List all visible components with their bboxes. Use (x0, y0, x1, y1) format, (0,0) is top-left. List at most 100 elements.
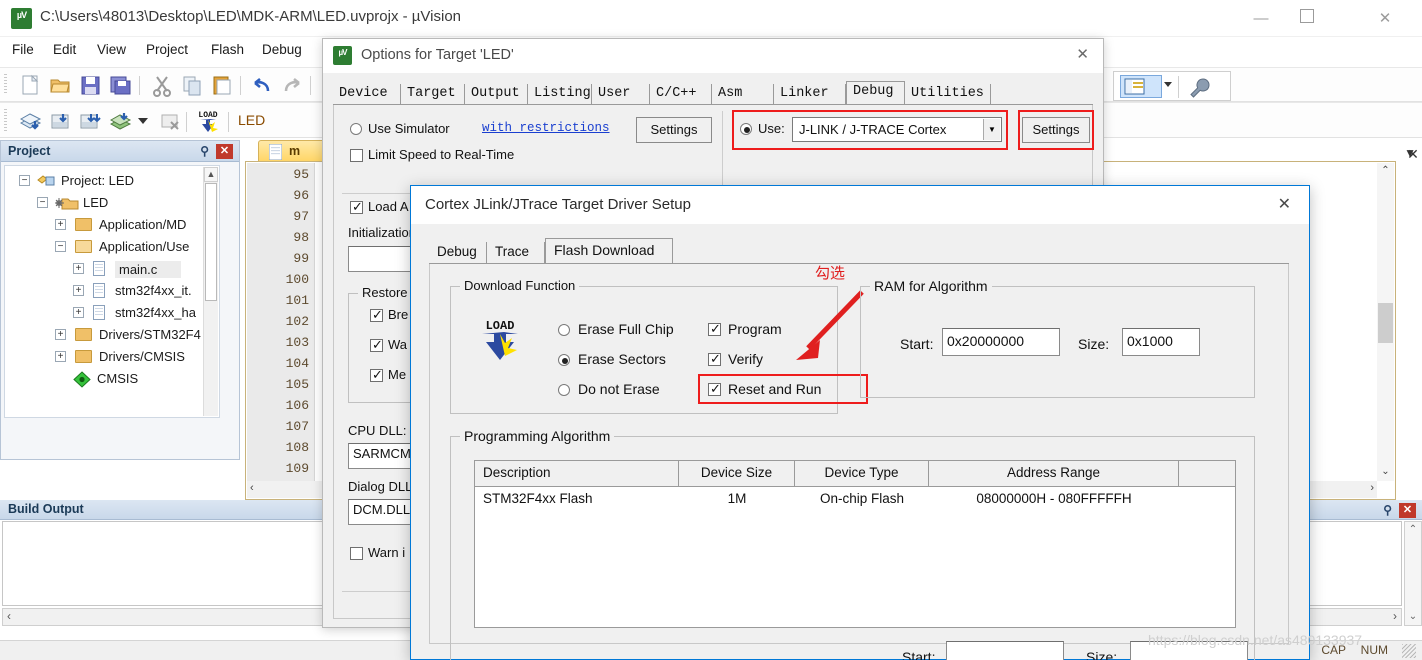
expander-icon[interactable]: + (55, 329, 66, 340)
translate-icon[interactable] (18, 109, 43, 134)
scroll-left-icon[interactable]: ‹ (250, 482, 254, 494)
scroll-thumb[interactable] (1378, 303, 1393, 343)
expander-icon[interactable]: + (73, 307, 84, 318)
restore-breakpoints-checkbox[interactable] (370, 307, 383, 323)
column-device-type[interactable]: Device Type (795, 461, 929, 486)
menu-item-debug[interactable]: Debug (262, 42, 302, 57)
column-spacer[interactable] (1179, 461, 1237, 486)
tab-asm[interactable]: Asm (712, 84, 774, 105)
project-window-icon[interactable] (1120, 75, 1162, 98)
tab-cpp[interactable]: C/C++ (650, 84, 712, 105)
build-output-close-icon[interactable]: ✕ (1399, 503, 1416, 518)
scroll-left-icon[interactable]: ‹ (7, 609, 11, 623)
redo-icon[interactable] (280, 73, 305, 98)
scroll-down-icon[interactable]: ⌄ (1405, 609, 1421, 625)
wrench-icon[interactable] (1188, 76, 1212, 104)
expander-icon[interactable]: − (37, 197, 48, 208)
ram-start-input[interactable]: 0x20000000 (942, 328, 1060, 356)
new-file-icon[interactable] (18, 73, 43, 98)
menu-item-view[interactable]: View (97, 42, 126, 57)
close-button[interactable]: ✕ (1362, 0, 1408, 37)
resize-grip-icon[interactable] (1402, 644, 1416, 658)
column-description[interactable]: Description (475, 461, 679, 486)
warn-checkbox[interactable] (350, 547, 363, 560)
minimize-button[interactable]: — (1238, 0, 1284, 37)
verify-checkbox[interactable] (708, 351, 721, 367)
target-selector[interactable]: LED (238, 112, 265, 128)
tab-linker[interactable]: Linker (774, 84, 846, 105)
tab-user[interactable]: User (592, 84, 650, 105)
cell-description: STM32F4xx Flash (483, 491, 593, 506)
column-address-range[interactable]: Address Range (929, 461, 1179, 486)
save-icon[interactable] (78, 73, 103, 98)
expander-icon[interactable]: + (55, 351, 66, 362)
menu-item-edit[interactable]: Edit (53, 42, 76, 57)
simulator-settings-button[interactable]: Settings (636, 117, 712, 143)
editor-vscrollbar[interactable]: ⌃ ⌄ (1377, 163, 1394, 481)
programming-algorithm-table[interactable]: Description Device Size Device Type Addr… (474, 460, 1236, 628)
maximize-button[interactable] (1284, 0, 1330, 37)
project-tree-vscrollbar[interactable]: ▲ (203, 167, 218, 416)
paste-icon[interactable] (210, 73, 235, 98)
program-checkbox[interactable] (708, 321, 721, 337)
table-row[interactable]: STM32F4xx Flash 1M On-chip Flash 0800000… (475, 487, 1235, 513)
use-simulator-radio[interactable] (350, 123, 362, 135)
footer-start-input[interactable] (946, 641, 1064, 660)
scroll-right-icon[interactable]: › (1393, 609, 1397, 623)
jlink-dialog-close-button[interactable]: ✕ (1278, 194, 1291, 214)
tab-jlink-debug[interactable]: Debug (429, 242, 487, 264)
column-device-size[interactable]: Device Size (679, 461, 795, 486)
pin-icon[interactable]: ⚲ (1383, 503, 1392, 517)
tab-jlink-flash-download[interactable]: Flash Download (545, 238, 673, 265)
scroll-thumb[interactable] (205, 183, 217, 301)
undo-icon[interactable] (250, 73, 275, 98)
rebuild-icon[interactable] (78, 109, 103, 134)
toolbar-grip-2[interactable] (4, 109, 7, 131)
with-restrictions-link[interactable]: with restrictions (482, 121, 610, 135)
chevron-down-icon[interactable] (1164, 82, 1172, 87)
tab-debug[interactable]: Debug (846, 81, 905, 105)
tab-output[interactable]: Output (465, 84, 528, 105)
scroll-right-icon[interactable]: › (1370, 482, 1374, 494)
scroll-up-icon[interactable]: ▲ (204, 167, 218, 182)
scroll-up-icon[interactable]: ⌃ (1377, 163, 1394, 180)
erase-full-chip-radio[interactable] (558, 324, 570, 336)
erase-sectors-radio[interactable] (558, 354, 570, 366)
expander-icon[interactable]: + (73, 263, 84, 274)
ram-size-input[interactable]: 0x1000 (1122, 328, 1200, 356)
tab-listing[interactable]: Listing (528, 84, 592, 105)
menu-item-file[interactable]: File (12, 42, 34, 57)
copy-icon[interactable] (180, 73, 205, 98)
expander-icon[interactable]: + (55, 219, 66, 230)
build-output-vscrollbar[interactable]: ⌃ ⌄ (1404, 521, 1422, 626)
tab-jlink-trace[interactable]: Trace (487, 242, 545, 264)
expander-icon[interactable]: − (19, 175, 30, 186)
batch-build-icon[interactable] (108, 109, 133, 134)
tab-utilities[interactable]: Utilities (905, 84, 991, 105)
restore-watch-checkbox[interactable] (370, 337, 383, 353)
build-dropdown-chevron-icon[interactable] (138, 118, 148, 124)
panel-close-icon[interactable]: ✕ (1396, 146, 1422, 163)
options-dialog-close-button[interactable]: ✕ (1076, 45, 1089, 63)
restore-memory-checkbox[interactable] (370, 367, 383, 383)
save-all-icon[interactable] (108, 73, 133, 98)
open-file-icon[interactable] (48, 73, 73, 98)
expander-icon[interactable]: + (73, 285, 84, 296)
build-icon[interactable] (48, 109, 73, 134)
do-not-erase-radio[interactable] (558, 384, 570, 396)
menu-item-flash[interactable]: Flash (211, 42, 244, 57)
pin-icon[interactable]: ⚲ (200, 144, 209, 158)
scroll-up-icon[interactable]: ⌃ (1405, 522, 1421, 538)
tab-target[interactable]: Target (401, 84, 465, 105)
stop-build-icon[interactable] (158, 109, 183, 134)
cut-icon[interactable] (150, 73, 175, 98)
scroll-down-icon[interactable]: ⌄ (1377, 464, 1394, 481)
expander-icon[interactable]: − (55, 241, 66, 252)
tab-device[interactable]: Device (333, 84, 401, 105)
project-panel-close-icon[interactable]: ✕ (216, 144, 233, 159)
download-load-icon[interactable]: LOAD (196, 108, 221, 133)
menu-item-project[interactable]: Project (146, 42, 188, 57)
limit-speed-checkbox[interactable] (350, 149, 363, 162)
toolbar-grip[interactable] (4, 74, 7, 95)
load-application-checkbox[interactable] (350, 199, 363, 215)
